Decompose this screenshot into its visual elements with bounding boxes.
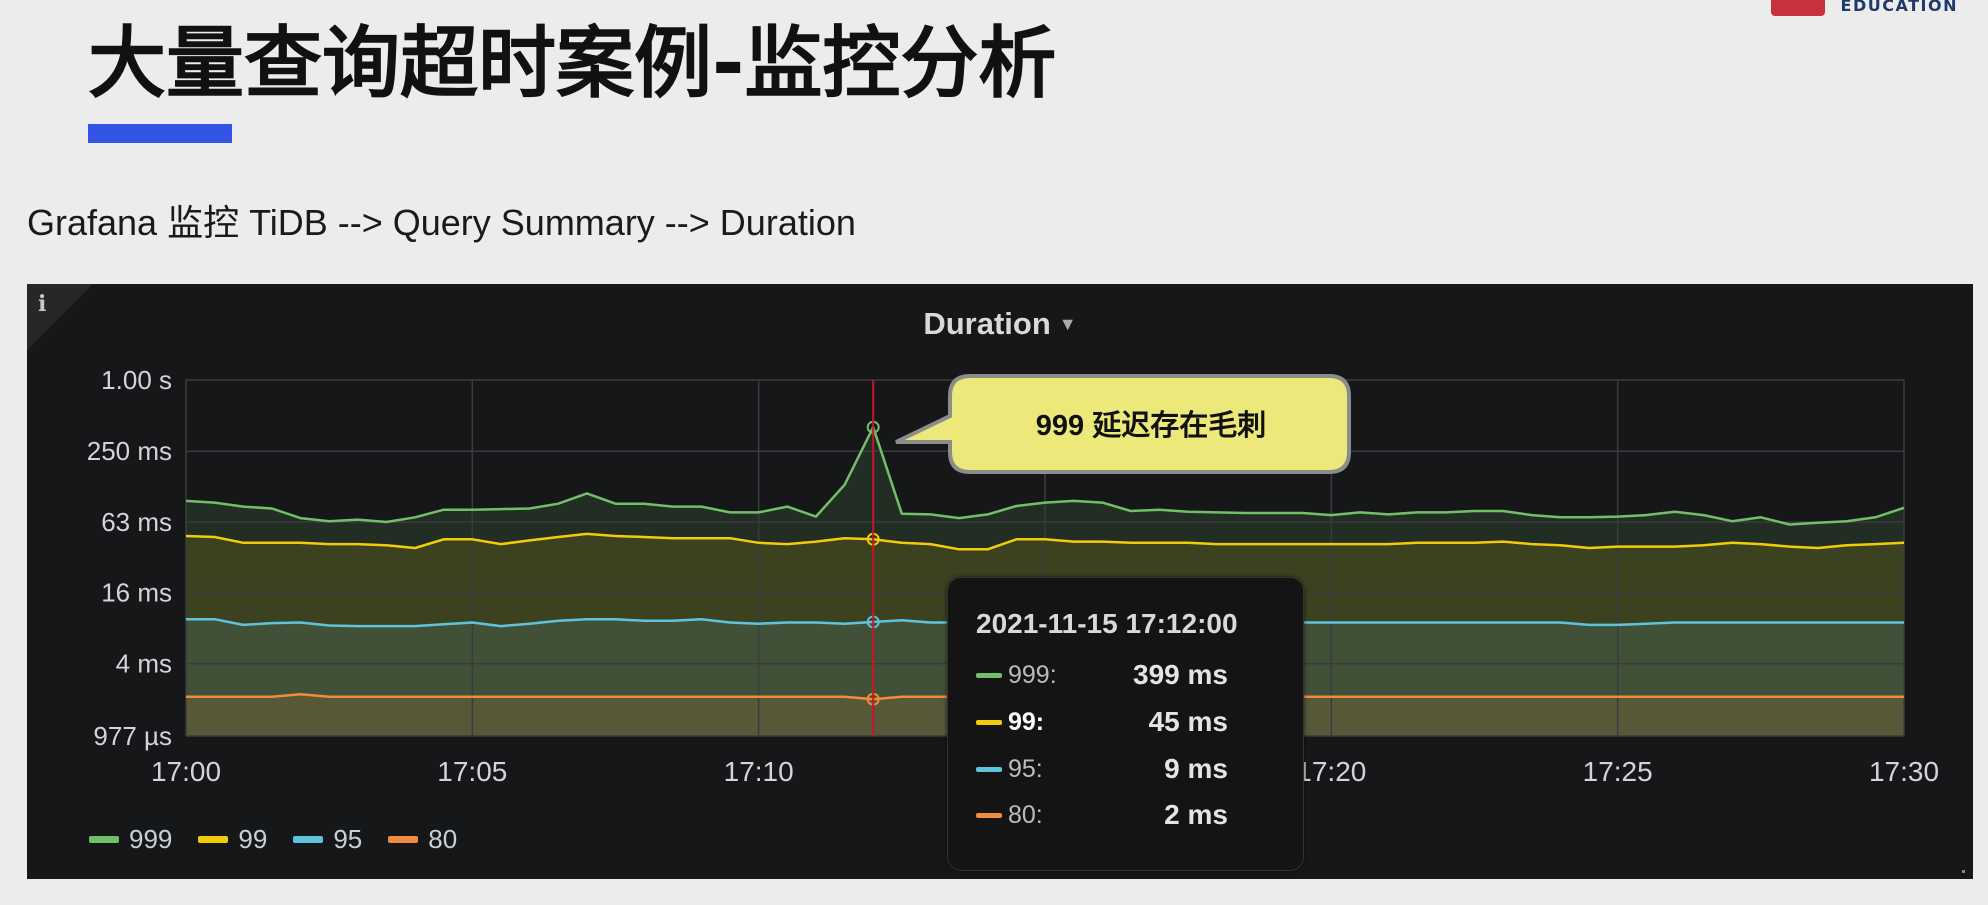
legend-label: 999 [129, 824, 173, 854]
tooltip-series-value: 2 ms [1164, 799, 1228, 830]
legend-swatch [388, 836, 419, 843]
legend-label: 80 [428, 824, 458, 854]
y-tick-label: 1.00 s [101, 365, 172, 395]
tooltip-row-99: 99: 45 ms [976, 702, 1276, 742]
legend-item-95[interactable]: 95 [293, 824, 362, 855]
legend-swatch [293, 836, 324, 843]
tooltip-swatch [976, 672, 1002, 678]
legend-item-999[interactable]: 999 [89, 824, 172, 855]
x-tick-label: 17:00 [151, 756, 221, 787]
legend-item-80[interactable]: 80 [388, 824, 457, 855]
annotation-callout: 999 延迟存在毛刺 [895, 374, 1351, 474]
legend-label: 95 [333, 824, 363, 854]
logo-mark-icon [1770, 0, 1825, 16]
y-tick-label: 250 ms [87, 436, 172, 466]
tooltip-series-name: 80: [1008, 800, 1043, 829]
legend-label: 99 [238, 824, 268, 854]
y-tick-label: 4 ms [116, 649, 172, 679]
slide-subtitle: Grafana 监控 TiDB --> Query Summary --> Du… [27, 202, 856, 243]
tooltip-series-value: 399 ms [1133, 659, 1228, 690]
tooltip-series-value: 9 ms [1164, 753, 1228, 784]
grafana-panel: i Duration ▼ 1.00 s 250 ms 63 ms 16 ms 4 ms 97… [27, 284, 1973, 879]
tooltip-row-80: 80: 2 ms [976, 795, 1276, 835]
tooltip-series-name: 99: [1008, 707, 1045, 736]
slide-title: 大量查询超时案例-监控分析 [88, 19, 1057, 109]
legend-swatch [89, 836, 119, 843]
callout-text: 999 延迟存在毛刺 [1036, 409, 1266, 442]
legend-item-99[interactable]: 99 [198, 824, 267, 855]
tooltip-swatch [976, 766, 1002, 772]
logo-text: EDUCATION [1840, 0, 1958, 15]
tooltip-swatch [976, 719, 1002, 725]
tooltip-series-name: 999: [1008, 660, 1057, 689]
y-tick-label: 977 µs [93, 721, 172, 751]
brand-logo: EDUCATION [1770, 0, 1958, 22]
legend-swatch [198, 836, 229, 843]
x-tick-label: 17:25 [1583, 756, 1653, 787]
tooltip-row-95: 95: 9 ms [976, 749, 1276, 789]
tooltip-swatch [976, 812, 1002, 818]
tooltip-series-value: 45 ms [1148, 706, 1228, 737]
tooltip-row-999: 999: 399 ms [976, 655, 1276, 695]
panel-resize-dot[interactable] [1962, 870, 1965, 873]
x-tick-label: 17:05 [437, 756, 507, 787]
y-axis: 1.00 s 250 ms 63 ms 16 ms 4 ms 977 µs [87, 365, 172, 751]
x-tick-label: 17:20 [1296, 756, 1366, 787]
tooltip-time: 2021-11-15 17:12:00 [976, 608, 1238, 639]
title-underline [88, 124, 232, 143]
x-tick-label: 17:30 [1869, 756, 1939, 787]
hover-tooltip: 2021-11-15 17:12:00 999: 399 ms 99: 45 m… [947, 577, 1304, 871]
x-tick-label: 17:10 [724, 756, 794, 787]
y-tick-label: 16 ms [101, 577, 172, 607]
chart-legend: 999 99 95 80 [89, 824, 457, 855]
tooltip-series-name: 95: [1008, 754, 1043, 783]
y-tick-label: 63 ms [101, 507, 172, 537]
